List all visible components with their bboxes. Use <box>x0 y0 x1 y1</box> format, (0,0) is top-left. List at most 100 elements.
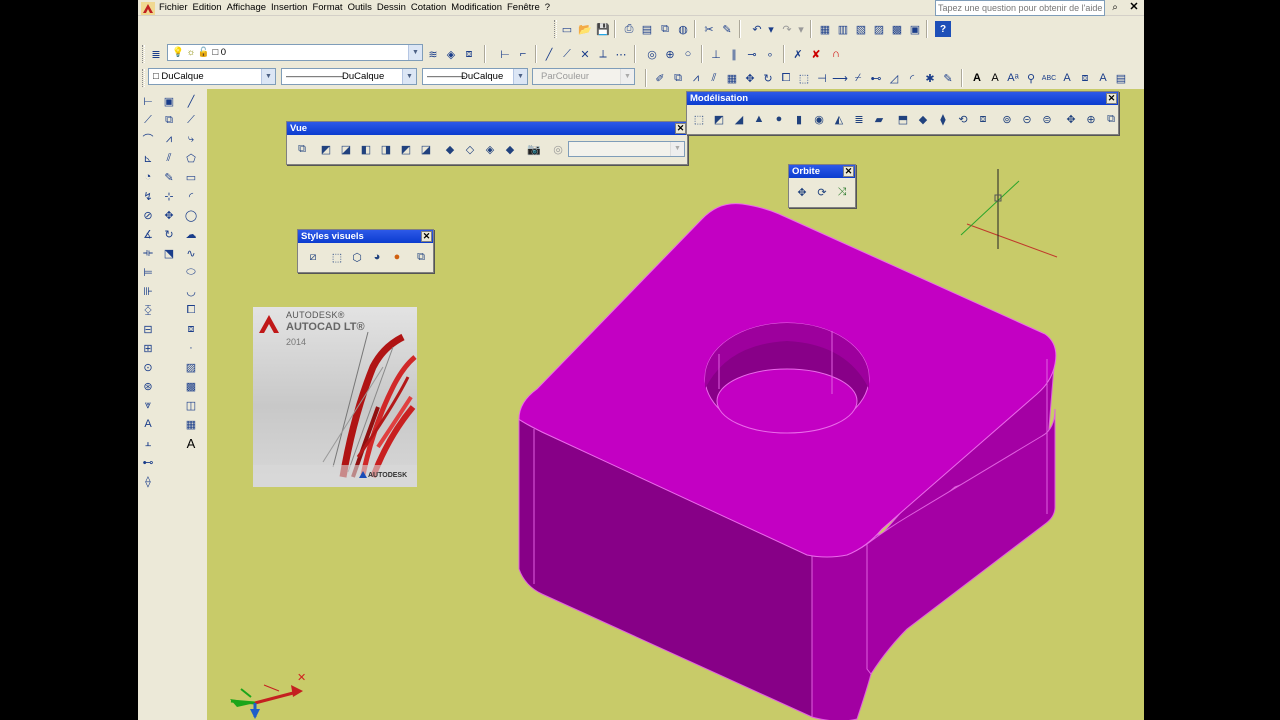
free-orbit-icon[interactable]: ⟳ <box>814 184 830 200</box>
cut-icon[interactable]: ✂ <box>701 21 717 37</box>
layer-state-icon[interactable]: ⧈ <box>461 46 477 62</box>
polysolid-icon[interactable]: ⬚ <box>691 111 707 127</box>
revolve-icon[interactable]: ⟲ <box>955 111 971 127</box>
close-icon[interactable]: ✕ <box>421 231 432 242</box>
vue-titlebar[interactable]: Vue ✕ <box>287 122 687 135</box>
planar-surface-icon[interactable]: ▰ <box>871 111 887 127</box>
conceptual-icon[interactable]: ● <box>389 249 405 265</box>
circle-icon[interactable]: ◯ <box>183 207 199 223</box>
rectangle-icon[interactable]: ▭ <box>183 169 199 185</box>
tolerance-icon[interactable]: ⊞ <box>140 340 156 356</box>
styles-titlebar[interactable]: Styles visuels ✕ <box>298 230 433 243</box>
edit-text-icon[interactable]: Aᵃ <box>1005 70 1021 86</box>
text-style-icon[interactable]: A <box>1059 70 1075 86</box>
sw-iso-icon[interactable]: ◆ <box>442 141 458 157</box>
inspect-icon[interactable]: ⊛ <box>140 378 156 394</box>
3d-hidden-icon[interactable]: ⬡ <box>349 249 365 265</box>
layer-select[interactable]: 💡 ☼ 🔓 □ 0 ▼ <box>167 44 423 61</box>
make-block-icon[interactable]: ⧈ <box>183 321 199 337</box>
front-view-icon[interactable]: ◩ <box>398 141 414 157</box>
menu-outils[interactable]: Outils <box>348 0 377 16</box>
dim-diameter-icon[interactable]: ⊘ <box>140 207 156 223</box>
menu-help[interactable]: ? <box>545 0 555 16</box>
construction-line-icon[interactable]: ⟋ <box>183 112 199 128</box>
rotate-icon[interactable]: ↻ <box>760 70 776 86</box>
intersect-icon[interactable]: ⊜ <box>1039 111 1055 127</box>
dim-edit-icon[interactable]: A <box>140 416 156 432</box>
ne-iso-icon[interactable]: ◈ <box>482 141 498 157</box>
join-icon[interactable]: ⊷ <box>868 70 884 86</box>
pyramid-icon[interactable]: ◭ <box>831 111 847 127</box>
presspull-icon[interactable]: ◆ <box>915 111 931 127</box>
dim-break-icon[interactable]: ⊟ <box>140 321 156 337</box>
hatch-icon[interactable]: ▨ <box>183 359 199 375</box>
new-file-icon[interactable]: ▭ <box>559 21 575 37</box>
markup-icon[interactable]: ▩ <box>889 21 905 37</box>
mtext-icon[interactable]: A <box>183 435 199 451</box>
close-icon[interactable]: ✕ <box>1127 1 1141 15</box>
find-icon[interactable]: ⚲ <box>1023 70 1039 86</box>
scale-text-icon[interactable]: ⧈ <box>1077 70 1093 86</box>
line-icon[interactable]: ╱ <box>183 93 199 109</box>
menu-modification[interactable]: Modification <box>451 0 507 16</box>
chamfer-icon[interactable]: ◿ <box>886 70 902 86</box>
ellipse-icon[interactable]: ⬭ <box>183 264 199 280</box>
menu-edition[interactable]: Edition <box>193 0 227 16</box>
left-view-icon[interactable]: ◧ <box>358 141 374 157</box>
dim-text-edit-icon[interactable]: ⫠ <box>140 435 156 451</box>
dim-ordinate-icon[interactable]: ⊾ <box>140 150 156 166</box>
table-icon[interactable]: ▦ <box>183 416 199 432</box>
dim-space-icon[interactable]: ⧰ <box>140 302 156 318</box>
tangent-icon[interactable]: ○ <box>680 46 696 62</box>
dim-linear-icon[interactable]: ⊢ <box>140 93 156 109</box>
node-icon[interactable]: ∘ <box>762 46 778 62</box>
dim-jogged-icon[interactable]: ↯ <box>140 188 156 204</box>
make-current-layer-icon[interactable]: ≋ <box>425 46 441 62</box>
extend-icon[interactable]: ⟶ <box>832 70 848 86</box>
parallel-icon[interactable]: ∥ <box>726 46 742 62</box>
3d-solid-model[interactable] <box>518 203 1057 720</box>
scale-icon[interactable]: ⬔ <box>161 245 177 261</box>
menu-fenetre[interactable]: Fenêtre <box>507 0 545 16</box>
extrude-icon[interactable]: ⬒ <box>895 111 911 127</box>
copy-icon[interactable]: ⧉ <box>670 70 686 86</box>
dim-style-icon[interactable]: ⟠ <box>140 473 156 489</box>
named-views-icon[interactable]: ⧉ <box>294 141 310 157</box>
justify-text-icon[interactable]: A <box>1095 70 1111 86</box>
subtract-icon[interactable]: ⊝ <box>1019 111 1035 127</box>
box-icon[interactable]: ◩ <box>711 111 727 127</box>
color-select[interactable]: □ DuCalque ▼ <box>148 68 276 85</box>
nw-iso-icon[interactable]: ◆ <box>502 141 518 157</box>
sweep-icon[interactable]: ⧫ <box>935 111 951 127</box>
se-iso-icon[interactable]: ◇ <box>462 141 478 157</box>
layer-previous-icon[interactable]: ◈ <box>443 46 459 62</box>
3d-rotate-icon[interactable]: ⊕ <box>1083 111 1099 127</box>
menu-insertion[interactable]: Insertion <box>271 0 312 16</box>
convert-space-icon[interactable]: ▤ <box>1113 70 1129 86</box>
xline-icon[interactable]: ⟋ <box>559 46 575 62</box>
chevron-down-icon[interactable]: ▼ <box>408 45 422 60</box>
tool-palettes-icon[interactable]: ▧ <box>853 21 869 37</box>
snap-none-icon[interactable]: ✘ <box>808 46 824 62</box>
cross-icon[interactable]: ✕ <box>577 46 593 62</box>
helix-icon[interactable]: ≣ <box>851 111 867 127</box>
menu-cotation[interactable]: Cotation <box>411 0 451 16</box>
2d-wireframe-icon[interactable]: ⧄ <box>305 249 321 265</box>
perpendicular-icon[interactable]: ⟂ <box>595 46 611 62</box>
spellcheck-icon[interactable]: ABC <box>1041 70 1057 86</box>
layer-manager-icon[interactable]: ≣ <box>148 46 164 62</box>
save-icon[interactable]: 💾 <box>595 21 611 37</box>
chevron-down-icon[interactable]: ▼ <box>513 69 527 84</box>
fillet-icon[interactable]: ◜ <box>904 70 920 86</box>
dashes-icon[interactable]: ⋯ <box>613 46 629 62</box>
realistic-icon[interactable]: ◕ <box>369 249 385 265</box>
quick-dim-icon[interactable]: ⟛ <box>140 245 156 261</box>
dim-aligned-icon[interactable]: ⌐ <box>515 46 531 62</box>
revision-cloud-icon[interactable]: ☁ <box>183 226 199 242</box>
trim-icon[interactable]: ⊣ <box>814 70 830 86</box>
top-view-icon[interactable]: ◩ <box>318 141 334 157</box>
region-icon[interactable]: ◫ <box>183 397 199 413</box>
perp-snap-icon[interactable]: ⊥ <box>708 46 724 62</box>
break-icon[interactable]: ⌿ <box>850 70 866 86</box>
dim-update-icon[interactable]: ⊷ <box>140 454 156 470</box>
